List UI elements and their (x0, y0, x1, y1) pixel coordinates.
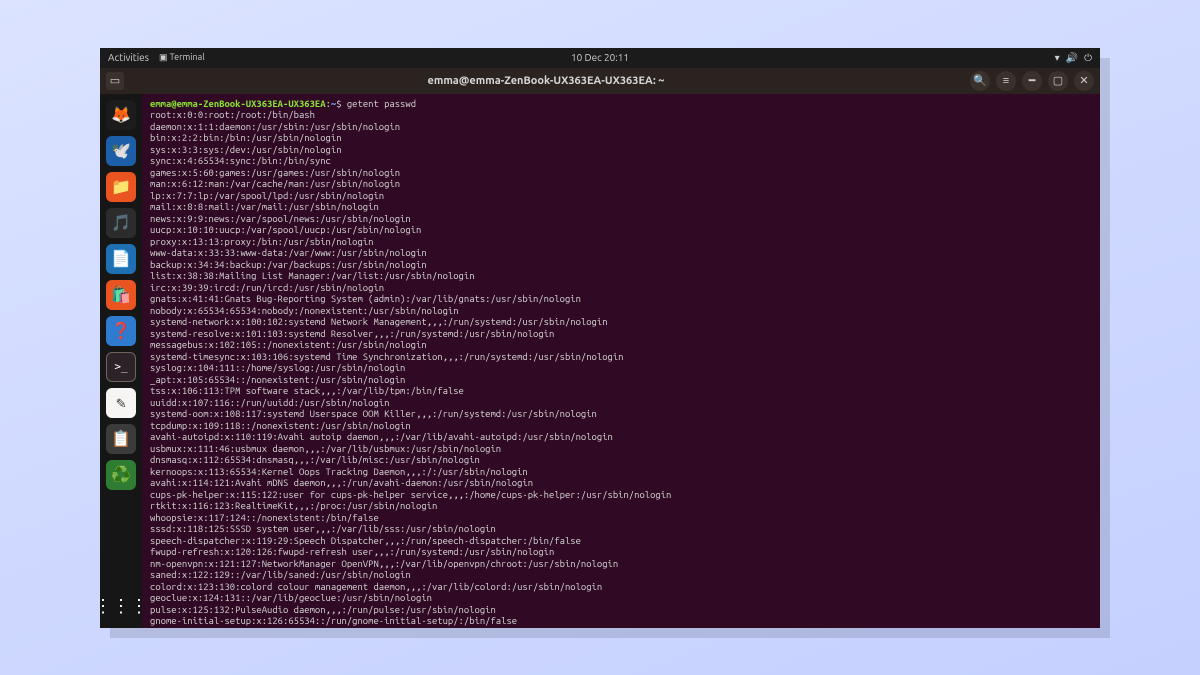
todo-icon[interactable]: 📋 (106, 424, 136, 454)
software-icon[interactable]: 🛍️ (106, 280, 136, 310)
clock[interactable]: 10 Dec 20:11 (100, 52, 1100, 63)
volume-icon[interactable]: 🔊 (1066, 52, 1078, 64)
gnome-dock: 🦊 🕊️ 📁 🎵 📄 🛍️ ❓ >_ ✎ 📋 ♻️ ⋮⋮⋮ (100, 94, 142, 628)
window-titlebar: ▭ emma@emma-ZenBook-UX363EA-UX363EA: ~ 🔍… (100, 68, 1100, 94)
help-icon[interactable]: ❓ (106, 316, 136, 346)
topbar-app-label: Terminal (170, 52, 205, 62)
terminal-output[interactable]: emma@emma-ZenBook-UX363EA-UX363EA:~$ get… (142, 94, 1100, 628)
new-tab-button[interactable]: ▭ (106, 72, 124, 90)
minimize-button[interactable]: ━ (1022, 71, 1042, 91)
gnome-topbar: Activities ▣ Terminal 10 Dec 20:11 ▾ 🔊 ⏻ (100, 48, 1100, 68)
trash-icon[interactable]: ♻️ (106, 460, 136, 490)
activities-button[interactable]: Activities (108, 52, 149, 63)
rhythmbox-icon[interactable]: 🎵 (106, 208, 136, 238)
maximize-button[interactable]: ▢ (1048, 71, 1068, 91)
show-apps-button[interactable]: ⋮⋮⋮ (106, 592, 136, 622)
hamburger-menu-button[interactable]: ≡ (996, 71, 1016, 91)
terminal-icon[interactable]: >_ (106, 352, 136, 382)
search-button[interactable]: 🔍 (970, 71, 990, 91)
close-button[interactable]: ✕ (1074, 71, 1094, 91)
texteditor-icon[interactable]: ✎ (106, 388, 136, 418)
terminal-app-indicator[interactable]: ▣ Terminal (159, 52, 205, 63)
power-icon[interactable]: ⏻ (1084, 52, 1092, 64)
network-icon[interactable]: ▾ (1055, 52, 1060, 64)
libreoffice-writer-icon[interactable]: 📄 (106, 244, 136, 274)
thunderbird-icon[interactable]: 🕊️ (106, 136, 136, 166)
firefox-icon[interactable]: 🦊 (106, 100, 136, 130)
gnome-shell-window: Activities ▣ Terminal 10 Dec 20:11 ▾ 🔊 ⏻… (100, 48, 1100, 628)
window-title: emma@emma-ZenBook-UX363EA-UX363EA: ~ (128, 75, 964, 87)
files-icon[interactable]: 📁 (106, 172, 136, 202)
